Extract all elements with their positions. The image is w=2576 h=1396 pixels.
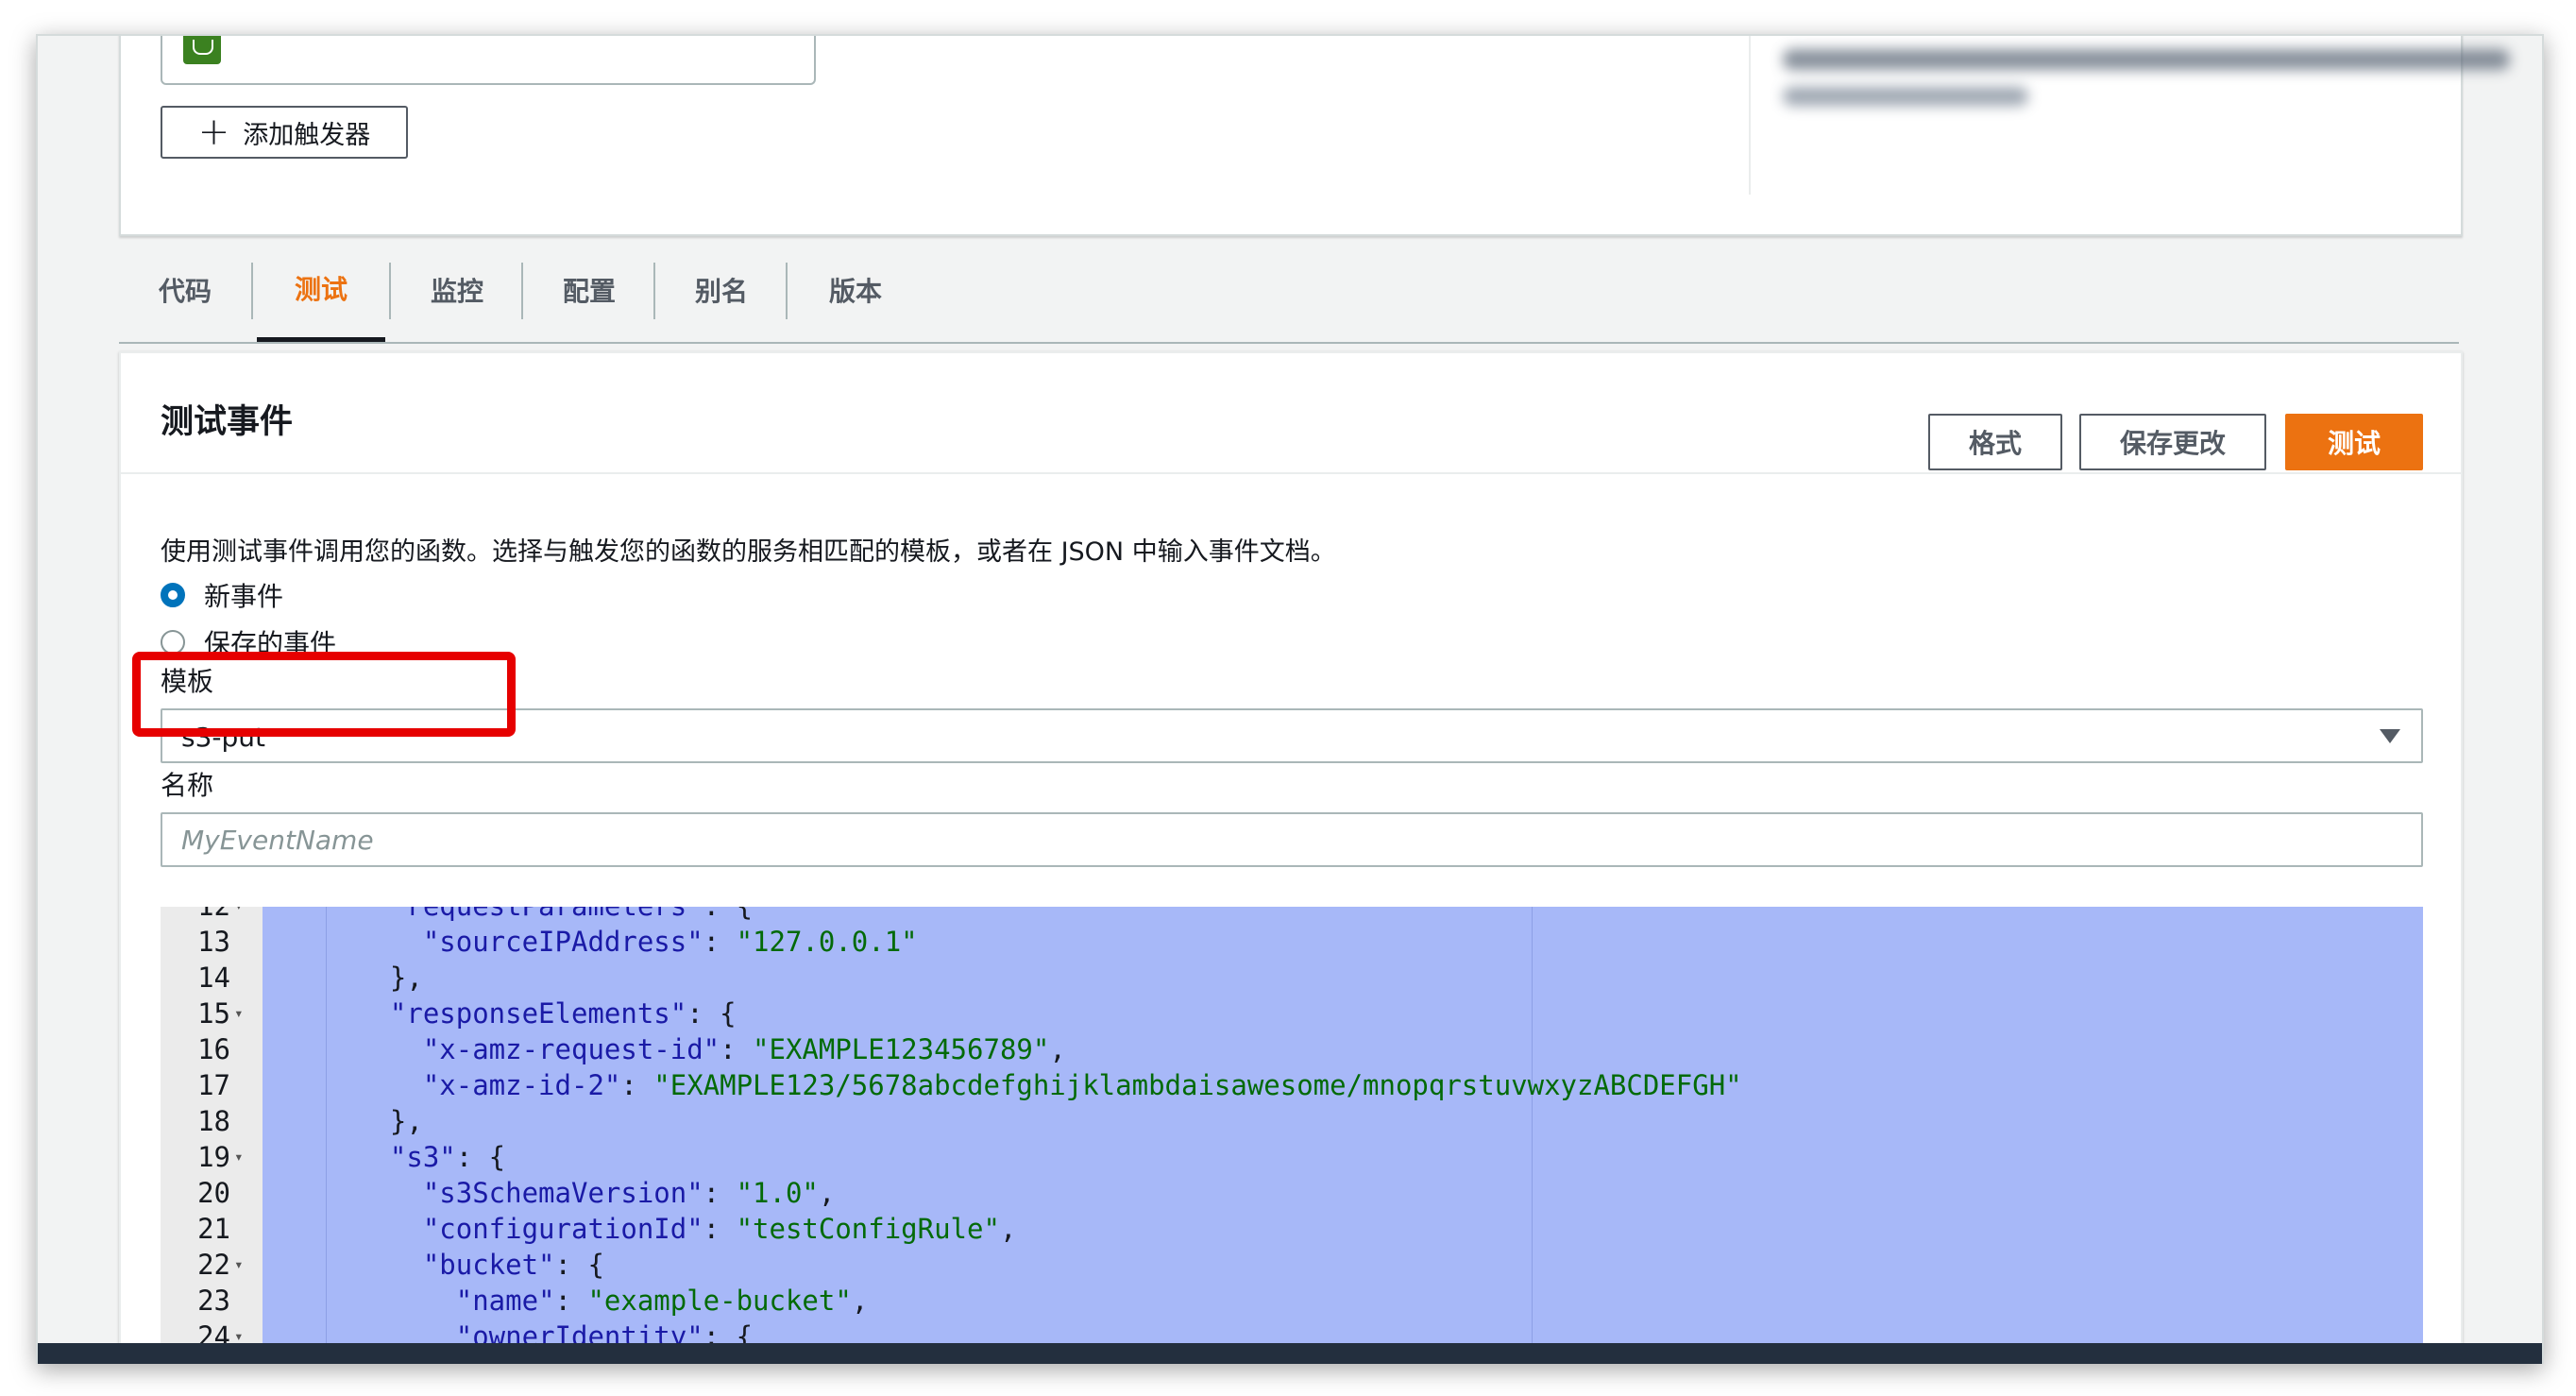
code-text: "requestParameters": { [357, 907, 753, 924]
code-text: "name": "example-bucket", [455, 1285, 869, 1317]
template-select[interactable]: s3-put [161, 708, 2423, 763]
code-line: 16 "x-amz-request-id": "EXAMPLE123456789… [161, 1031, 2423, 1067]
tab-configuration[interactable]: 配置 [525, 238, 653, 342]
overview-divider [1749, 36, 1751, 195]
code-text: "x-amz-request-id": "EXAMPLE123456789", [422, 1033, 1066, 1065]
browser-frame: + 添加触发器 代码 测试 监控 配置 别名 版本 测试事件 格式 保存更改 测… [36, 34, 2544, 1364]
code-line: 14 }, [161, 960, 2423, 996]
line-number: 22 [197, 1249, 230, 1281]
code-line: 17 "x-amz-id-2": "EXAMPLE123/5678abcdefg… [161, 1067, 2423, 1103]
code-line: 20 "s3SchemaVersion": "1.0", [161, 1175, 2423, 1211]
fold-arrow-icon[interactable]: ▾ [234, 1139, 244, 1175]
fold-arrow-icon[interactable]: ▾ [234, 907, 244, 924]
format-button[interactable]: 格式 [1928, 414, 2062, 470]
line-number: 17 [197, 1069, 230, 1101]
line-number: 19 [197, 1141, 230, 1173]
radio-selected-icon[interactable] [161, 583, 185, 607]
json-code-editor[interactable]: 12▾ "requestParameters": {13 "sourceIPAd… [161, 907, 2423, 1364]
add-trigger-button[interactable]: + 添加触发器 [161, 106, 408, 159]
radio-new-event[interactable]: 新事件 [161, 576, 283, 614]
line-number: 13 [197, 926, 230, 958]
line-number: 15 [197, 997, 230, 1030]
line-number: 14 [197, 962, 230, 994]
line-number: 16 [197, 1033, 230, 1065]
line-number: 23 [197, 1285, 230, 1317]
code-text: "x-amz-id-2": "EXAMPLE123/5678abcdefghij… [422, 1069, 1742, 1101]
code-line: 23 "name": "example-bucket", [161, 1283, 2423, 1319]
name-label: 名称 [161, 770, 214, 801]
page-title: 测试事件 [161, 403, 294, 441]
code-text: "configurationId": "testConfigRule", [422, 1213, 1017, 1245]
blurred-function-info [1783, 42, 2519, 117]
code-text: "bucket": { [422, 1249, 604, 1281]
caret-down-icon [2380, 729, 2400, 743]
code-line: 22 ▾ "bucket": { [161, 1247, 2423, 1283]
add-trigger-label: 添加触发器 [243, 120, 371, 150]
fold-arrow-icon[interactable]: ▾ [234, 1247, 244, 1283]
plus-icon: + [197, 111, 230, 154]
test-button[interactable]: 测试 [2285, 414, 2423, 470]
line-number: 12 [161, 907, 230, 924]
test-event-description: 使用测试事件调用您的函数。选择与触发您的函数的服务相匹配的模板，或者在 JSON… [161, 537, 1336, 567]
code-line: 13 "sourceIPAddress": "127.0.0.1" [161, 924, 2423, 960]
code-text: "s3": { [389, 1141, 506, 1173]
function-tabs: 代码 测试 监控 配置 别名 版本 [119, 238, 2459, 344]
radio-saved-event[interactable]: 保存的事件 [161, 623, 336, 661]
code-text: }, [357, 1105, 423, 1137]
tab-code[interactable]: 代码 [119, 238, 251, 342]
tab-aliases[interactable]: 别名 [657, 238, 786, 342]
code-line: 18 }, [161, 1103, 2423, 1139]
line-number: 21 [197, 1213, 230, 1245]
code-line: 15 ▾ "responseElements": { [161, 996, 2423, 1031]
radio-saved-event-label: 保存的事件 [204, 628, 337, 659]
code-text: }, [357, 962, 423, 994]
code-line: 21 "configurationId": "testConfigRule", [161, 1211, 2423, 1247]
tab-test[interactable]: 测试 [257, 238, 385, 342]
save-changes-button[interactable]: 保存更改 [2079, 414, 2266, 470]
s3-bucket-icon [183, 36, 221, 64]
code-line: 19 ▾ "s3": { [161, 1139, 2423, 1175]
trigger-box[interactable] [161, 36, 816, 85]
event-name-input[interactable] [161, 812, 2423, 867]
fold-arrow-icon[interactable]: ▾ [234, 996, 244, 1031]
code-text: "s3SchemaVersion": "1.0", [422, 1177, 836, 1209]
code-text: "responseElements": { [389, 997, 737, 1030]
tab-monitor[interactable]: 监控 [393, 238, 521, 342]
radio-new-event-label: 新事件 [204, 581, 284, 612]
bottom-bar [38, 1343, 2542, 1364]
tab-versions[interactable]: 版本 [789, 238, 922, 342]
line-number: 20 [197, 1177, 230, 1209]
template-select-value: s3-put [181, 722, 266, 753]
radio-unselected-icon[interactable] [161, 630, 185, 655]
function-overview-card: + 添加触发器 [119, 36, 2510, 236]
test-event-panel: 测试事件 格式 保存更改 测试 使用测试事件调用您的函数。选择与触发您的函数的服… [119, 351, 2463, 1364]
code-text: "sourceIPAddress": "127.0.0.1" [422, 926, 918, 958]
line-number: 18 [197, 1105, 230, 1137]
panel-header: 测试事件 格式 保存更改 测试 [121, 353, 2461, 474]
code-line: 12▾ "requestParameters": { [161, 907, 2423, 924]
template-label: 模板 [161, 666, 214, 697]
